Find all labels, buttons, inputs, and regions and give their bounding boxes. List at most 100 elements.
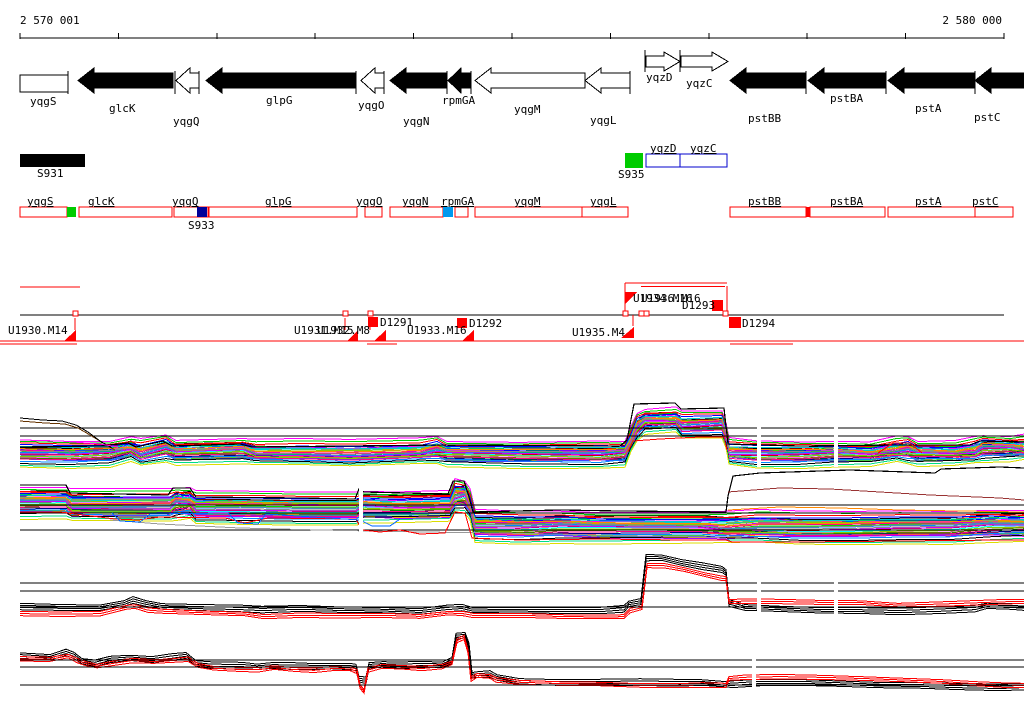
gene-arrow-glpG[interactable] [205, 66, 356, 95]
gene-label-glpG: glpG [266, 94, 293, 107]
gene-label-pstA: pstA [915, 102, 942, 115]
tu-hook-marker[interactable] [367, 310, 374, 317]
operon-box-pstBB[interactable] [729, 206, 807, 218]
gene-label-yqgL: yqgL [590, 114, 617, 127]
blue-box-label-yqzD[interactable]: yqzD [650, 142, 677, 155]
divider-red[interactable] [806, 207, 810, 217]
gene-arrow-glcK[interactable] [77, 66, 174, 95]
gene-arrow-pstBB[interactable] [729, 66, 807, 95]
operon-label-pstBA[interactable]: pstBA [830, 195, 863, 208]
blue-box-yqzD[interactable] [645, 153, 681, 168]
expression-panel-1 [19, 402, 1024, 470]
gene-arrow-pstA[interactable] [887, 66, 976, 95]
expression-panel-3 [19, 553, 1024, 620]
tu-label-U1933.M16: U1933.M16 [407, 324, 467, 337]
segment-label-S931: S931 [37, 167, 64, 180]
gene-label-glcK: glcK [109, 102, 136, 115]
coordinate-ruler [19, 33, 1005, 39]
tu-label-D1292: D1292 [469, 317, 502, 330]
tu-label-U1930.M14: U1930.M14 [8, 324, 68, 337]
operon-label-yqgS[interactable]: yqgS [27, 195, 54, 208]
operon-box-pstA[interactable] [887, 206, 976, 218]
segment-label-S935: S935 [618, 168, 645, 181]
expression-trace [19, 558, 1024, 614]
gene-label-yqgO: yqgO [358, 99, 385, 112]
operon-box-glpG[interactable] [208, 206, 358, 218]
segment-S935[interactable] [625, 153, 643, 168]
tu-hook-marker[interactable] [72, 310, 79, 317]
missing-data-gap [752, 648, 756, 697]
gene-arrow-yqzD[interactable] [645, 51, 681, 72]
operon-label-glcK[interactable]: glcK [88, 195, 115, 208]
tu-flag-U1932.M8[interactable] [374, 330, 386, 341]
gene-label-yqgN: yqgN [403, 115, 430, 128]
expression-trace [19, 406, 1024, 443]
gene-arrow-rpmGA[interactable] [447, 66, 471, 95]
missing-data-gap [757, 420, 761, 467]
missing-data-gap [757, 554, 761, 620]
gene-arrow-yqgN[interactable] [389, 66, 447, 95]
expression-trace [19, 553, 1024, 610]
operon-label-yqgQ[interactable]: yqgQ [172, 195, 199, 208]
tu-hook-marker[interactable] [622, 310, 629, 317]
operon-box-yqgM[interactable] [474, 206, 583, 218]
operon-label-rpmGA[interactable]: rpmGA [441, 195, 474, 208]
operon-label-pstA[interactable]: pstA [915, 195, 942, 208]
gene-label-yqgS: yqgS [30, 95, 57, 108]
gene-label-yqzC: yqzC [686, 77, 713, 90]
operon-box-yqgO[interactable] [364, 206, 383, 218]
operon-box-glcK[interactable] [78, 206, 173, 218]
tu-hook-marker[interactable] [643, 310, 650, 317]
expression-panels [19, 402, 1024, 697]
ruler-start-coordinate: 2 570 001 [20, 14, 80, 27]
gene-arrow-yqzC[interactable] [680, 51, 729, 72]
gene-label-pstC: pstC [974, 111, 1001, 124]
segment-green[interactable] [67, 207, 76, 217]
blue-box-label-yqzC[interactable]: yqzC [690, 142, 717, 155]
gene-arrow-yqgQ[interactable] [175, 66, 200, 95]
operon-box-yqgS[interactable] [19, 206, 68, 218]
gene-arrow-yqgO[interactable] [360, 66, 385, 95]
operon-label-yqgL[interactable]: yqgL [590, 195, 617, 208]
operon-label-pstC[interactable]: pstC [972, 195, 999, 208]
expression-trace [19, 636, 1024, 693]
gene-arrow-pstBA[interactable] [807, 66, 887, 95]
expression-trace [19, 409, 1024, 445]
gene-arrow-yqgM[interactable] [474, 66, 586, 95]
gene-arrow-pstC[interactable] [974, 66, 1024, 95]
segment-cyan[interactable] [443, 207, 453, 217]
operon-label-glpG[interactable]: glpG [265, 195, 292, 208]
missing-data-gap [359, 478, 363, 543]
gene-label-yqgQ: yqgQ [173, 115, 200, 128]
segment-S931[interactable] [20, 154, 85, 167]
operon-label-pstBB[interactable]: pstBB [748, 195, 781, 208]
expression-trace-outlier [727, 487, 1024, 501]
tu-hook-marker[interactable] [638, 310, 645, 317]
operon-label-yqgO[interactable]: yqgO [356, 195, 383, 208]
tu-label-U1932.M8: U1932.M8 [317, 324, 370, 337]
operon-box-rpmGA[interactable] [454, 206, 469, 218]
blue-box-yqzC[interactable] [679, 153, 728, 168]
transcription-unit-track: U1930.M14 U1931.M15U1932.M8D1291U1933.M16… [0, 282, 1024, 345]
tu-hook-marker[interactable] [342, 310, 349, 317]
segment-S933[interactable] [197, 207, 207, 217]
gene-label-pstBB: pstBB [748, 112, 781, 125]
operon-label-yqgM[interactable]: yqgM [514, 195, 541, 208]
operon-track: yqgS glcK yqgQ glpG yqgO yqgN rpmGA yqgM yqgL pst… [19, 195, 1014, 232]
gene-arrow-yqgS[interactable] [19, 74, 69, 93]
gene-label-rpmGA: rpmGA [442, 94, 475, 107]
operon-label-yqgN[interactable]: yqgN [402, 195, 429, 208]
gene-label-yqgM: yqgM [514, 103, 541, 116]
operon-box-yqgL[interactable] [581, 206, 629, 218]
expression-panel-4 [19, 631, 1024, 697]
gene-track: yqgS glcK yqgQ glpG yqgO yqgN rpmGA yqgM yqgL yqz… [19, 50, 1024, 128]
segment-label-S933: S933 [188, 219, 215, 232]
gene-arrow-yqgL[interactable] [584, 66, 631, 95]
operon-box-pstBA[interactable] [809, 206, 886, 218]
missing-data-gap [834, 554, 838, 620]
operon-box-yqgN[interactable] [389, 206, 444, 218]
expression-panel-2 [19, 466, 1024, 546]
tu-terminator-D1294[interactable] [729, 317, 741, 328]
operon-box-pstC[interactable] [974, 206, 1014, 218]
tu-hook-marker[interactable] [722, 310, 729, 317]
